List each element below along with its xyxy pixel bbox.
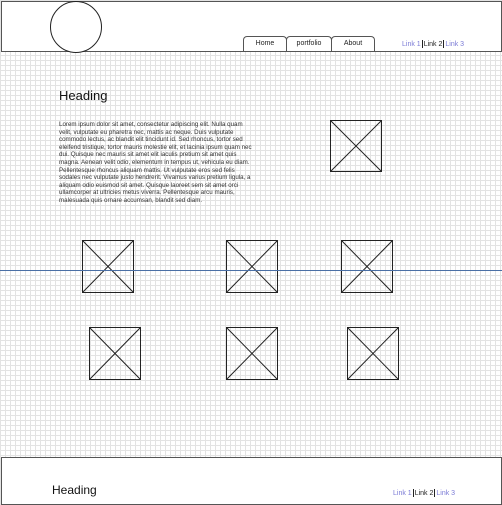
horizontal-guide-line (0, 270, 502, 271)
footer-heading: Heading (52, 483, 97, 497)
image-placeholder-icon (89, 327, 141, 380)
footer-link-2[interactable]: Link 2 (415, 490, 434, 497)
nav-tab-portfolio[interactable]: portfolio (286, 36, 332, 51)
footer-link-1[interactable]: Link 1 (393, 490, 412, 497)
footer (1, 457, 502, 505)
logo-placeholder[interactable] (50, 1, 102, 53)
header-links: Link 1 Link 2 Link 3 (402, 40, 464, 48)
nav-tab-about[interactable]: About (331, 36, 375, 51)
link-separator (412, 489, 414, 497)
image-placeholder-icon (330, 120, 382, 172)
footer-link-3[interactable]: Link 3 (436, 490, 455, 497)
header-link-3[interactable]: Link 3 (445, 41, 464, 48)
nav-tab-home[interactable]: Home (243, 36, 287, 51)
link-separator (421, 40, 423, 48)
image-placeholder-icon (82, 240, 134, 293)
image-placeholder-icon (226, 240, 278, 293)
footer-links: Link 1 Link 2 Link 3 (393, 489, 455, 497)
header-link-1[interactable]: Link 1 (402, 41, 421, 48)
image-placeholder-icon (226, 327, 278, 380)
main-heading: Heading (59, 88, 108, 103)
header-link-2[interactable]: Link 2 (424, 41, 443, 48)
image-placeholder-icon (341, 240, 393, 293)
wireframe-canvas: Home portfolio About Link 1 Link 2 Link 3 … (0, 0, 502, 505)
image-placeholder-icon (347, 327, 399, 380)
body-text: Lorem ipsum dolor sit amet, consectetur … (59, 121, 252, 204)
